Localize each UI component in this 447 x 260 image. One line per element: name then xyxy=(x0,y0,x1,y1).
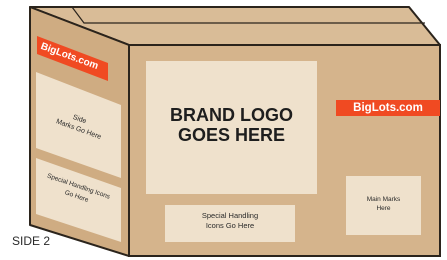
main-marks-line1: Main Marks xyxy=(366,196,401,203)
side-label: SIDE 2 xyxy=(12,234,51,248)
front-logo: BigLots.com xyxy=(336,100,440,116)
front-handling-text: Special Handling Icons Go Here xyxy=(165,211,295,231)
brand-logo-text: BRAND LOGO GOES HERE xyxy=(146,105,317,145)
front-handling-line2: Icons Go Here xyxy=(205,221,255,230)
main-marks-line2: Here xyxy=(376,205,391,212)
brand-logo-line2: GOES HERE xyxy=(177,125,286,145)
main-marks-panel: Main Marks Here xyxy=(346,176,421,235)
main-marks-text: Main Marks Here xyxy=(346,195,421,213)
front-handling-panel: Special Handling Icons Go Here xyxy=(165,205,295,242)
front-handling-line1: Special Handling xyxy=(201,211,259,220)
brand-logo-panel: BRAND LOGO GOES HERE xyxy=(146,61,317,194)
brand-logo-line1: BRAND LOGO xyxy=(170,105,293,125)
